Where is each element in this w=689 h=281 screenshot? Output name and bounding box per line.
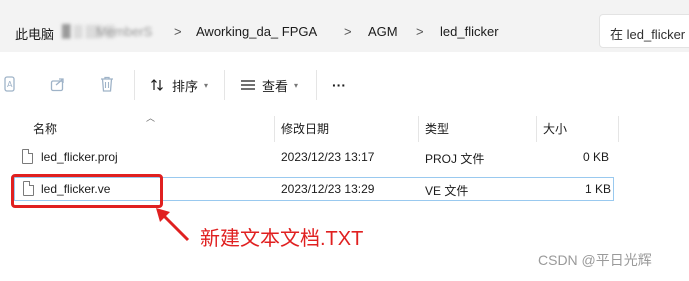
- svg-text:A: A: [7, 80, 13, 89]
- annotation-highlight-box: [11, 174, 163, 208]
- address-bar: 此电脑 █ ▒ ▒▒ ▒ MemberS > Aworking_da_ FPGA…: [0, 0, 689, 52]
- breadcrumb-agm[interactable]: AGM: [368, 24, 398, 39]
- column-divider[interactable]: [418, 116, 419, 142]
- annotation-text: 新建文本文档.TXT: [200, 228, 364, 250]
- view-label: 查看: [262, 78, 289, 94]
- search-box[interactable]: 在 led_flicker: [599, 14, 689, 48]
- sort-icon: [150, 78, 166, 92]
- command-bar: A 排序 ▾ 查看 ▾ ···: [0, 52, 689, 116]
- file-icon: [22, 149, 33, 164]
- breadcrumb-separator: >: [416, 24, 424, 39]
- column-type[interactable]: 类型: [425, 120, 449, 137]
- chevron-down-icon: ▾: [204, 80, 209, 90]
- more-icon: ···: [332, 77, 346, 93]
- view-button[interactable]: 查看 ▾: [240, 74, 298, 96]
- view-icon: [240, 79, 256, 91]
- search-placeholder: 在 led_flicker: [610, 27, 686, 42]
- share-icon[interactable]: [50, 76, 66, 95]
- rename-icon[interactable]: A: [4, 76, 18, 95]
- annotation-arrow-icon: [156, 208, 190, 242]
- file-type: VE 文件: [425, 184, 469, 198]
- column-divider[interactable]: [536, 116, 537, 142]
- chevron-down-icon: ▾: [294, 80, 299, 90]
- column-divider[interactable]: [618, 116, 619, 142]
- sort-ascending-icon: ︿: [146, 113, 156, 123]
- file-size: 1 KB: [585, 182, 612, 196]
- column-modified[interactable]: 修改日期: [281, 120, 329, 137]
- file-modified: 2023/12/23 13:29: [281, 182, 375, 196]
- watermark: CSDN @平日光辉: [538, 252, 652, 268]
- file-row[interactable]: led_flicker.proj 2023/12/23 13:17 PROJ 文…: [14, 146, 614, 170]
- file-name: led_flicker.proj: [41, 150, 118, 164]
- breadcrumb-separator: >: [344, 24, 352, 39]
- more-options-button[interactable]: ···: [332, 74, 346, 96]
- sort-button[interactable]: 排序 ▾: [150, 74, 208, 96]
- column-header: ︿ 名称 修改日期 类型 大小: [0, 113, 689, 142]
- column-divider[interactable]: [274, 116, 275, 142]
- toolbar-divider: [316, 70, 317, 100]
- file-size: 0 KB: [583, 150, 610, 164]
- file-modified: 2023/12/23 13:17: [281, 150, 375, 164]
- breadcrumb-current[interactable]: led_flicker: [440, 24, 499, 39]
- sort-label: 排序: [172, 78, 199, 94]
- file-type: PROJ 文件: [425, 152, 485, 166]
- breadcrumb-this-pc[interactable]: 此电脑: [15, 24, 54, 43]
- column-name[interactable]: 名称: [33, 120, 57, 137]
- breadcrumb-project[interactable]: Aworking_da_ FPGA: [196, 24, 317, 39]
- delete-icon[interactable]: [100, 76, 114, 95]
- toolbar-divider: [224, 70, 225, 100]
- toolbar-divider: [134, 70, 135, 100]
- column-size[interactable]: 大小: [543, 120, 567, 137]
- breadcrumb-separator: >: [174, 24, 182, 39]
- breadcrumb-blurred-2[interactable]: MemberS: [96, 24, 152, 39]
